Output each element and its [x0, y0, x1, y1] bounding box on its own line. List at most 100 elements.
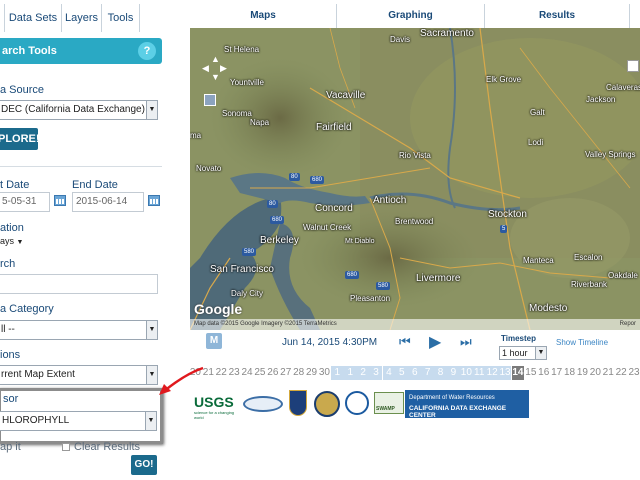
- timeline-day[interactable]: 9: [447, 366, 460, 380]
- timeline-day[interactable]: 1: [330, 366, 344, 380]
- timeline-day[interactable]: 28: [292, 366, 305, 380]
- calendar-icon[interactable]: [148, 195, 160, 206]
- timeline-day[interactable]: 11: [472, 366, 486, 380]
- calendar-icon[interactable]: [54, 195, 66, 206]
- clear-results-label: Clear Results: [74, 441, 141, 453]
- timeline-day[interactable]: 13: [498, 366, 512, 380]
- tab-results[interactable]: Results: [485, 4, 630, 28]
- show-timeline-link[interactable]: Show Timeline: [556, 338, 608, 347]
- street-view-icon[interactable]: [204, 94, 216, 106]
- map-label: Calaveras: [606, 83, 640, 92]
- timeline-day[interactable]: 5: [395, 366, 409, 380]
- map-label: Berkeley: [260, 235, 299, 246]
- timeline-day[interactable]: 7: [421, 366, 435, 380]
- data-category-select[interactable]: ll -- ▼: [0, 320, 158, 340]
- timeline-day[interactable]: 20: [589, 366, 602, 380]
- timeline-day[interactable]: 24: [241, 366, 254, 380]
- timeline-day[interactable]: 27: [279, 366, 292, 380]
- attribution-text: Map data ©2015 Google Imagery ©2015 Terr…: [194, 321, 337, 327]
- timeline-day[interactable]: 23: [628, 366, 640, 380]
- sensor-label: sor: [3, 393, 19, 405]
- map-label: Oakdale: [608, 271, 638, 280]
- timeline-day[interactable]: 1: [343, 366, 357, 380]
- tab-graphing[interactable]: Graphing: [337, 4, 485, 28]
- pan-right-icon[interactable]: ▶: [220, 63, 227, 74]
- map-label: Walnut Creek: [303, 223, 352, 232]
- timeline-day[interactable]: 3: [369, 366, 383, 380]
- pan-up-icon[interactable]: ▲: [211, 54, 220, 64]
- timeline-day[interactable]: 17: [550, 366, 563, 380]
- timeline-day[interactable]: 2: [356, 366, 370, 380]
- timeline-day[interactable]: 12: [485, 366, 499, 380]
- noaa-logo: [344, 390, 370, 418]
- duration-select[interactable]: ays ▼: [0, 236, 23, 246]
- highway-shield: 80: [289, 173, 300, 181]
- timeline-day[interactable]: 22: [615, 366, 628, 380]
- timeline-day[interactable]: 16: [537, 366, 550, 380]
- timeline-day[interactable]: 4: [382, 366, 396, 380]
- highway-shield: 680: [310, 176, 325, 184]
- pan-control[interactable]: ▲ ◀ ▶ ▼: [202, 54, 228, 82]
- timeline-day[interactable]: 30: [318, 366, 331, 380]
- timeline-day[interactable]: 22: [215, 366, 228, 380]
- map-label: Stockton: [488, 209, 527, 220]
- cdec-logo-line1: Department of Water Resources: [409, 395, 495, 401]
- timeline-day[interactable]: 21: [602, 366, 615, 380]
- help-icon[interactable]: ?: [138, 42, 156, 60]
- search-tools-title: arch Tools: [2, 45, 57, 57]
- timestep-select[interactable]: 1 hour ▼: [499, 346, 547, 360]
- timeline-day[interactable]: 14: [511, 366, 525, 380]
- map-label: Concord: [315, 203, 353, 214]
- timeline-day[interactable]: 18: [563, 366, 576, 380]
- tab-tools[interactable]: Tools: [102, 4, 140, 32]
- sensor-select[interactable]: HLOROPHYLL ▼: [0, 411, 157, 431]
- map-label: Pleasanton: [350, 294, 391, 303]
- tab-data-sets[interactable]: Data Sets: [4, 4, 62, 32]
- map-label: San Francisco: [210, 264, 274, 275]
- timeline-day[interactable]: 26: [266, 366, 279, 380]
- highway-shield: 680: [270, 216, 285, 224]
- map-label: Napa: [250, 118, 270, 127]
- play-icon[interactable]: ▶: [429, 332, 441, 352]
- locations-label: ions: [0, 349, 21, 361]
- swamp-logo-text: SWAMP: [376, 406, 395, 412]
- clear-results-checkbox[interactable]: [62, 443, 70, 451]
- end-date-input[interactable]: 2015-06-14: [72, 192, 144, 212]
- map-it-label[interactable]: ap it: [0, 441, 21, 453]
- timeline-day[interactable]: 8: [434, 366, 447, 380]
- start-date-input[interactable]: 5-05-31: [0, 192, 50, 212]
- timeline-day[interactable]: 10: [459, 366, 473, 380]
- search-tools-header: arch Tools ?: [0, 38, 162, 64]
- end-date-label: End Date: [72, 179, 118, 191]
- timeline-day[interactable]: 19: [576, 366, 589, 380]
- skip-back-icon[interactable]: ⏮: [399, 334, 411, 350]
- tab-maps[interactable]: Maps: [190, 4, 337, 28]
- divider: [0, 166, 162, 167]
- timeline-day[interactable]: 29: [305, 366, 318, 380]
- search-label: rch: [0, 258, 16, 270]
- map-label: Fairfield: [316, 122, 352, 133]
- timeline-day[interactable]: 6: [408, 366, 422, 380]
- search-input[interactable]: [0, 274, 158, 294]
- map-toggle-button[interactable]: M: [206, 333, 222, 349]
- pan-left-icon[interactable]: ◀: [202, 63, 209, 74]
- timeline-day[interactable]: 23: [228, 366, 241, 380]
- data-source-value: DEC (California Data Exchange): [1, 104, 145, 115]
- start-date-label: t Date: [0, 179, 30, 191]
- map-label: Sonoma: [222, 109, 252, 118]
- pan-down-icon[interactable]: ▼: [211, 72, 220, 82]
- highway-shield: 580: [242, 248, 257, 256]
- timeline-day[interactable]: 25: [254, 366, 267, 380]
- timeline-day[interactable]: 15: [524, 366, 537, 380]
- agency-seal-logo: [243, 390, 283, 418]
- skip-forward-icon[interactable]: ⏭: [460, 334, 472, 350]
- tab-layers[interactable]: Layers: [62, 4, 102, 32]
- explore-button[interactable]: PLORE!: [0, 128, 40, 150]
- satellite-map[interactable]: ▲ ◀ ▶ ▼ Sacramento Davis St Helena Yount…: [190, 28, 640, 330]
- report-link[interactable]: Repor: [620, 319, 636, 330]
- zoom-in-button[interactable]: [627, 60, 639, 72]
- data-source-label: a Source: [0, 84, 45, 96]
- go-button[interactable]: GO!: [131, 455, 157, 475]
- locations-select[interactable]: rrent Map Extent ▼: [0, 365, 158, 385]
- data-source-select[interactable]: DEC (California Data Exchange) ▼: [0, 100, 158, 120]
